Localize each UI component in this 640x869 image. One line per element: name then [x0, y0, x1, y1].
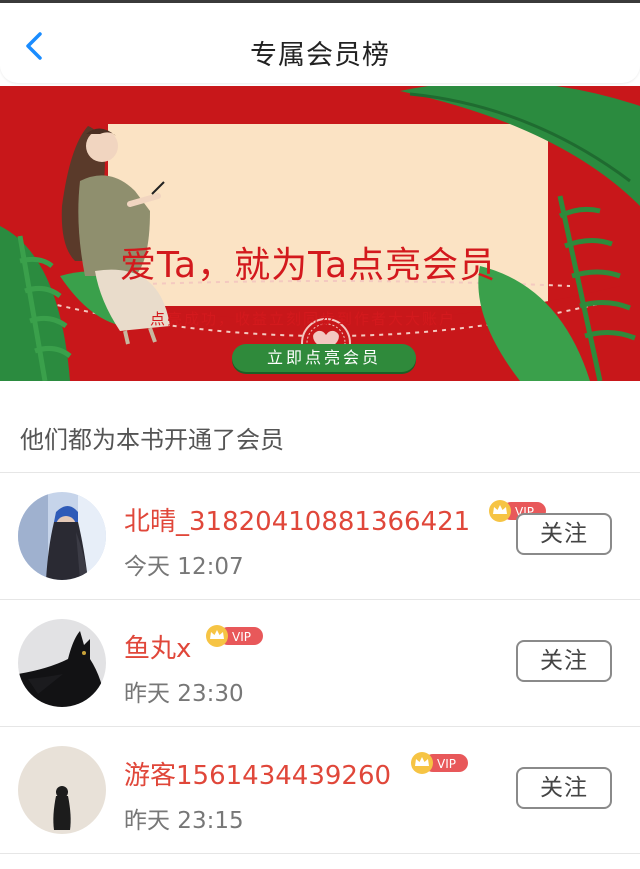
banner-subline: 点亮成功，收益立刻同步到作者大大账户	[150, 310, 457, 328]
page-title: 专属会员榜	[250, 40, 390, 71]
avatar-photo	[18, 619, 106, 707]
follow-button[interactable]: 关注	[516, 767, 612, 809]
member-row[interactable]: 游客1561434439260 VIP 昨天 23:15 关注	[0, 727, 640, 853]
avatar[interactable]	[18, 619, 106, 707]
member-name[interactable]: 游客1561434439260	[124, 755, 391, 792]
avatar-photo	[18, 492, 106, 580]
promo-banner[interactable]: 爱Ta，就为Ta点亮会员 点亮成功，收益立刻同步到作者大大账户 立即点亮会员	[0, 86, 640, 381]
divider	[0, 853, 640, 854]
member-time: 昨天 23:15	[124, 808, 244, 834]
section-label: 他们都为本书开通了会员	[20, 426, 284, 454]
member-row[interactable]: 鱼丸x VIP 昨天 23:30 关注	[0, 600, 640, 726]
banner-headline: 爱Ta，就为Ta点亮会员	[120, 245, 497, 286]
member-name[interactable]: 鱼丸x	[124, 628, 191, 665]
vip-badge: VIP	[206, 625, 263, 647]
vip-badge-label: VIP	[232, 630, 251, 644]
follow-button[interactable]: 关注	[516, 513, 612, 555]
nav-bar: 专属会员榜	[0, 3, 640, 83]
member-name[interactable]: 北晴_31820410881366421	[124, 501, 470, 538]
avatar[interactable]	[18, 746, 106, 834]
vip-badge-label: VIP	[437, 757, 456, 771]
member-time: 今天 12:07	[124, 554, 244, 580]
follow-button[interactable]: 关注	[516, 640, 612, 682]
vip-badge: VIP	[411, 752, 468, 774]
member-row[interactable]: 北晴_31820410881366421 VIP 今天 12:07 关注	[0, 473, 640, 599]
member-time: 昨天 23:30	[124, 681, 244, 707]
avatar[interactable]	[18, 492, 106, 580]
light-up-member-button[interactable]: 立即点亮会员	[232, 344, 416, 372]
avatar-photo	[18, 746, 106, 834]
banner-artwork	[0, 86, 640, 381]
